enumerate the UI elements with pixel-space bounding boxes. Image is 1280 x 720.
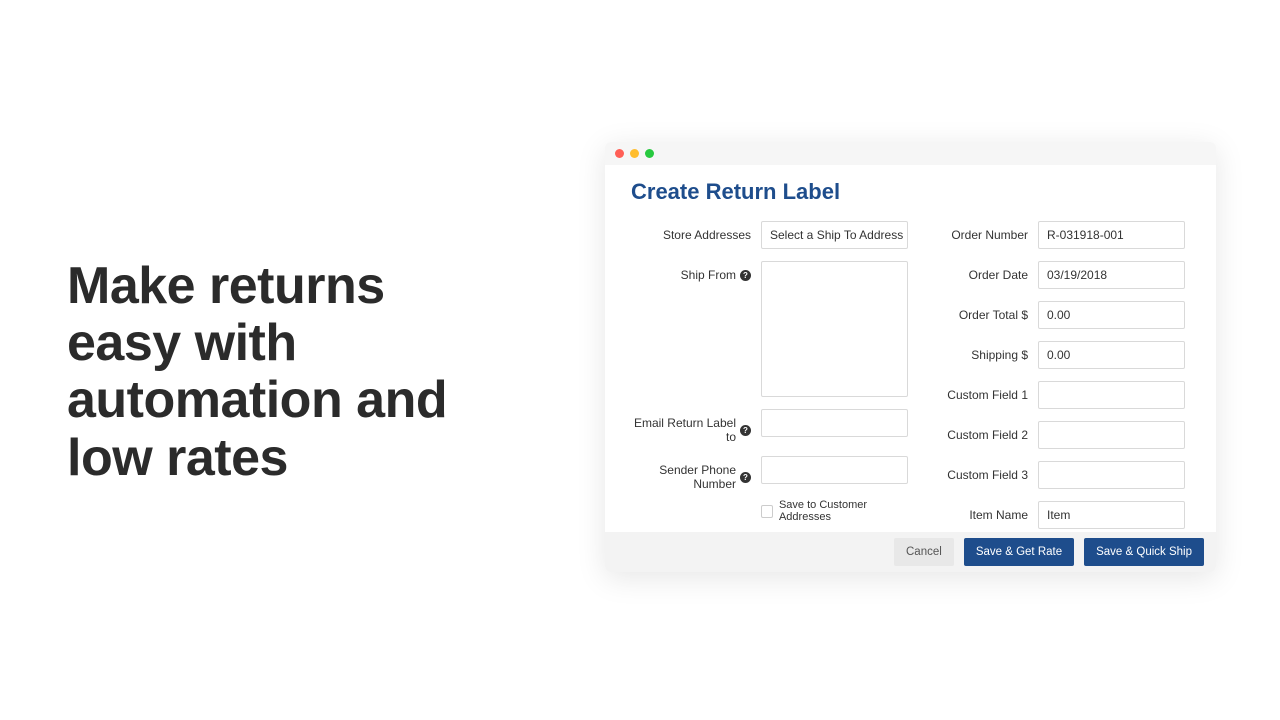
- order-total-label: Order Total $: [938, 301, 1038, 322]
- minimize-icon[interactable]: [630, 149, 639, 158]
- save-to-customer-addresses-label: Save to Customer Addresses: [779, 499, 908, 523]
- shipping-label: Shipping $: [938, 341, 1038, 362]
- custom-field-2-input[interactable]: [1038, 421, 1185, 449]
- sender-phone-label: Sender Phone Number ?: [631, 456, 761, 491]
- cancel-button[interactable]: Cancel: [894, 538, 954, 566]
- ship-from-label: Ship From ?: [631, 261, 761, 282]
- panel-title: Create Return Label: [631, 179, 1190, 205]
- custom-field-1-label: Custom Field 1: [938, 381, 1038, 402]
- save-to-customer-addresses-row: Save to Customer Addresses: [761, 499, 908, 523]
- order-date-input[interactable]: [1038, 261, 1185, 289]
- window-content: Create Return Label Store Addresses Sele…: [605, 165, 1216, 541]
- ship-from-input[interactable]: [761, 261, 908, 397]
- save-to-customer-addresses-checkbox[interactable]: [761, 505, 773, 518]
- store-addresses-select[interactable]: Select a Ship To Address: [761, 221, 908, 249]
- form-columns: Store Addresses Select a Ship To Address…: [631, 221, 1190, 541]
- custom-field-3-label: Custom Field 3: [938, 461, 1038, 482]
- form-column-right: Order Number Order Date Order Total $ Sh…: [938, 221, 1190, 541]
- email-return-label-to-input[interactable]: [761, 409, 908, 437]
- custom-field-1-input[interactable]: [1038, 381, 1185, 409]
- hero-headline: Make returns easy with automation and lo…: [67, 258, 497, 487]
- app-window: Create Return Label Store Addresses Sele…: [605, 142, 1216, 572]
- question-icon[interactable]: ?: [740, 270, 751, 281]
- email-return-label-to-label: Email Return Label to ?: [631, 409, 761, 444]
- form-column-left: Store Addresses Select a Ship To Address…: [631, 221, 908, 541]
- store-addresses-label: Store Addresses: [631, 221, 761, 242]
- sender-phone-input[interactable]: [761, 456, 908, 484]
- zoom-icon[interactable]: [645, 149, 654, 158]
- save-quick-ship-button[interactable]: Save & Quick Ship: [1084, 538, 1204, 566]
- question-icon[interactable]: ?: [740, 425, 751, 436]
- save-get-rate-button[interactable]: Save & Get Rate: [964, 538, 1074, 566]
- order-number-input[interactable]: [1038, 221, 1185, 249]
- custom-field-2-label: Custom Field 2: [938, 421, 1038, 442]
- order-total-input[interactable]: [1038, 301, 1185, 329]
- item-name-input[interactable]: [1038, 501, 1185, 529]
- titlebar: [605, 142, 1216, 165]
- item-name-label: Item Name: [938, 501, 1038, 522]
- footer-bar: Cancel Save & Get Rate Save & Quick Ship: [605, 532, 1216, 572]
- close-icon[interactable]: [615, 149, 624, 158]
- order-number-label: Order Number: [938, 221, 1038, 242]
- custom-field-3-input[interactable]: [1038, 461, 1185, 489]
- shipping-input[interactable]: [1038, 341, 1185, 369]
- order-date-label: Order Date: [938, 261, 1038, 282]
- question-icon[interactable]: ?: [740, 472, 751, 483]
